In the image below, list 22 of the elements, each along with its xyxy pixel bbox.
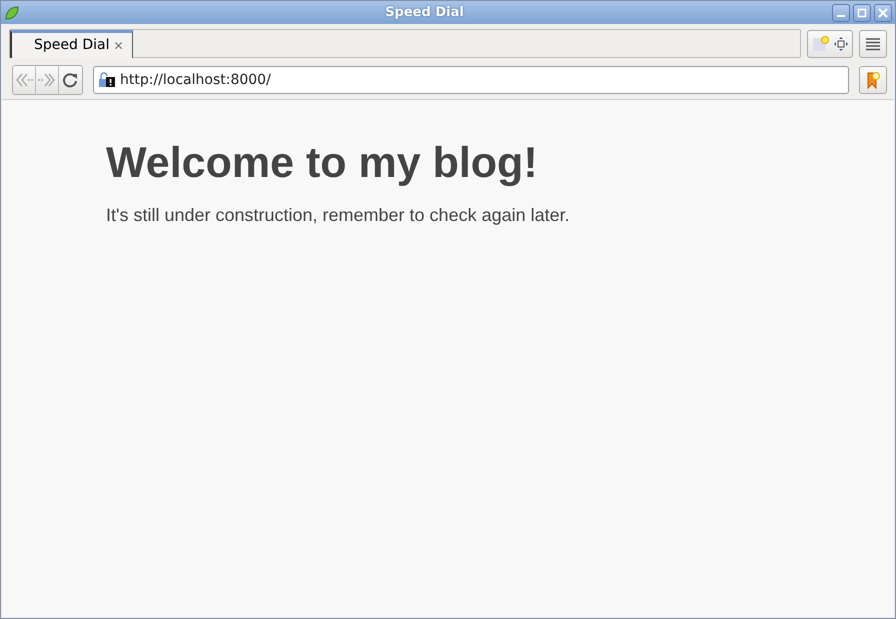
bookmark-icon xyxy=(865,71,881,89)
speed-dial-button[interactable] xyxy=(807,30,853,58)
address-field[interactable]: http://localhost:8000/ xyxy=(93,66,849,94)
minimize-button[interactable] xyxy=(832,4,850,22)
browser-tab[interactable]: Speed Dial ✕ xyxy=(10,30,133,58)
reload-button[interactable] xyxy=(59,66,82,94)
maximize-icon xyxy=(857,8,867,18)
window-title: Speed Dial xyxy=(384,4,465,22)
close-tab-icon[interactable]: ✕ xyxy=(113,36,124,54)
move-arrows-icon xyxy=(834,36,848,50)
back-icon xyxy=(14,71,34,89)
forward-icon xyxy=(37,71,57,89)
page-heading: Welcome to my blog! xyxy=(106,138,539,189)
page-text: It's still under construction, remember to check again later. xyxy=(106,204,571,227)
bookmark-button[interactable] xyxy=(859,66,887,94)
minimize-icon xyxy=(837,14,845,16)
maximize-button[interactable] xyxy=(853,4,871,22)
leaf-icon xyxy=(4,4,20,20)
menu-button[interactable] xyxy=(859,30,887,58)
menu-icon xyxy=(865,36,881,50)
close-button[interactable] xyxy=(874,4,892,22)
close-icon xyxy=(878,8,888,18)
